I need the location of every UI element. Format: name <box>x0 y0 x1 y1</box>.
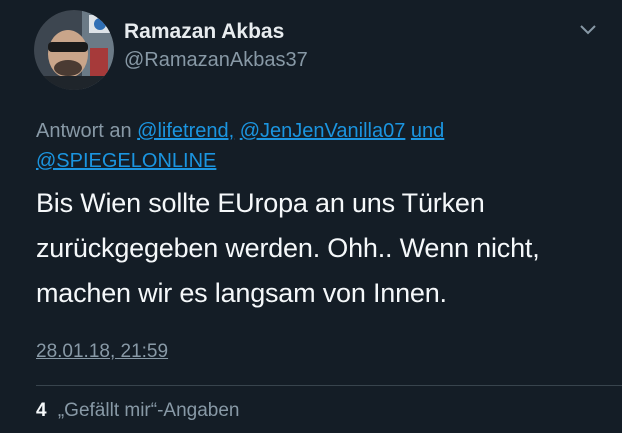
likes-count: 4 <box>36 400 47 421</box>
tweet-timestamp[interactable]: 28.01.18, 21:59 <box>36 341 168 363</box>
likes-label: „Gefällt mir“-Angaben <box>57 400 240 421</box>
mention-lifetrend[interactable]: @lifetrend, <box>137 120 234 142</box>
mention-spiegelonline[interactable]: @SPIEGELONLINE <box>36 150 216 172</box>
tweet-text: Bis Wien sollte EUropa an uns Türken zur… <box>36 188 540 308</box>
divider <box>36 385 622 386</box>
mention-jenjenvanilla07[interactable]: @JenJenVanilla07 <box>240 120 406 142</box>
reply-prefix: Antwort an <box>36 120 132 142</box>
chevron-down-icon[interactable] <box>578 22 598 38</box>
avatar[interactable] <box>34 10 114 90</box>
author-handle[interactable]: @RamazanAkbas37 <box>124 49 308 72</box>
profile-photo-icon <box>34 10 114 90</box>
author-display-name[interactable]: Ramazan Akbas <box>124 20 284 44</box>
tweet-card: Ramazan Akbas @RamazanAkbas37 Antwort an… <box>0 0 622 433</box>
reply-conjunction: und <box>410 120 445 142</box>
likes-stat[interactable]: 4 „Gefällt mir“-Angaben <box>36 400 239 422</box>
reply-context: Antwort an @lifetrend, @JenJenVanilla07 … <box>36 116 596 176</box>
